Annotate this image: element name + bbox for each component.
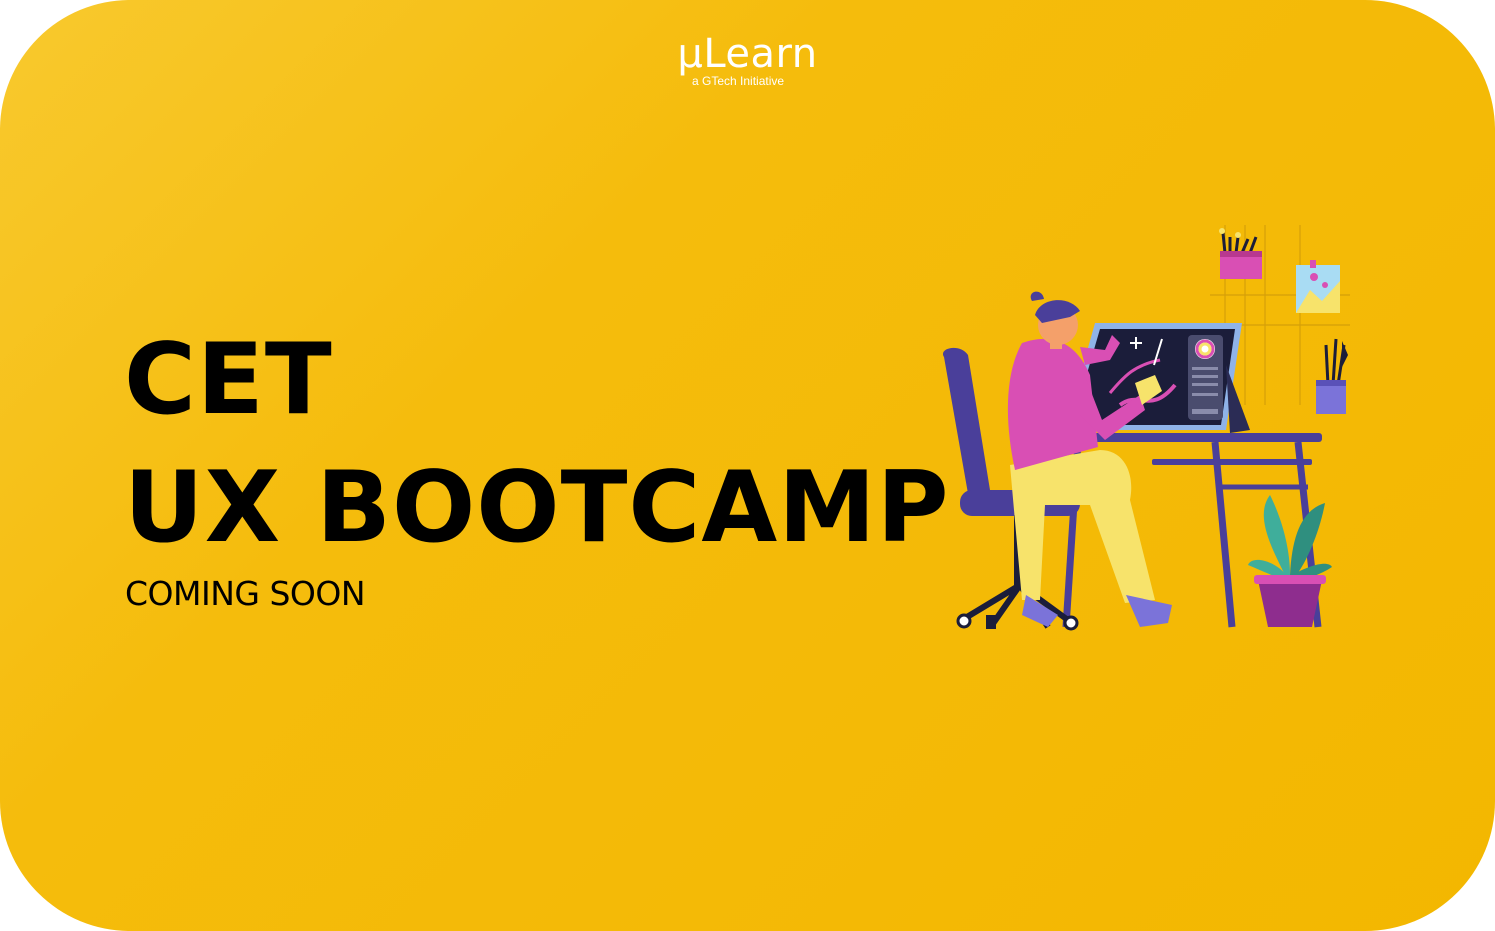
- headline-line-1: CET: [124, 323, 333, 437]
- potted-plant-icon: [1248, 495, 1332, 627]
- headline-line-2: UX BOOTCAMP: [124, 451, 950, 565]
- headline: CET UX BOOTCAMP: [124, 316, 950, 572]
- coming-soon-text: COMING SOON: [125, 574, 366, 613]
- brush-cup-icon: [1316, 338, 1348, 414]
- designer-illustration: [942, 225, 1350, 631]
- mulearn-logo: µLearn: [0, 32, 1495, 76]
- announcement-card: µLearn a GTech Initiative CET UX BOOTCAM…: [0, 0, 1495, 931]
- logo-wordmark: µLearn: [677, 31, 818, 77]
- hanging-picture-icon: [1296, 260, 1340, 313]
- logo-tagline: a GTech Initiative: [692, 74, 785, 88]
